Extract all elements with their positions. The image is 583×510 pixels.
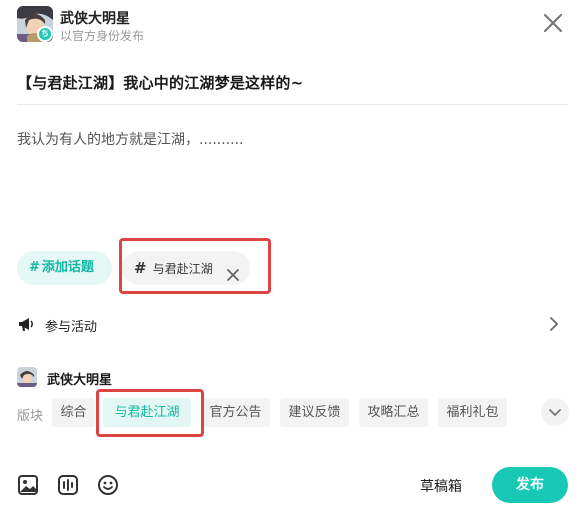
publish-button[interactable]: 发布 <box>492 467 568 503</box>
hash-icon: # <box>29 260 40 275</box>
join-activity-label: 参与活动 <box>45 320 98 335</box>
close-button[interactable] <box>540 10 566 36</box>
author-name: 武侠大明星 <box>60 11 130 27</box>
forum-avatar <box>17 367 37 387</box>
title-divider <box>17 104 568 105</box>
insert-image-button[interactable] <box>17 474 39 496</box>
remove-topic-button[interactable] <box>226 261 240 281</box>
selected-topic-label: 与君赴江湖 <box>152 262 213 276</box>
section-tab-gifts[interactable]: 福利礼包 <box>438 398 507 427</box>
close-icon <box>543 13 563 33</box>
post-header: ち 武侠大明星 以官方身份发布 <box>0 0 583 56</box>
post-title-input[interactable]: 【与君赴江湖】我心中的江湖梦是这样的~ <box>17 72 303 93</box>
megaphone-icon <box>19 318 33 331</box>
add-topic-button[interactable]: # 添加话题 <box>17 251 112 285</box>
expand-sections-button[interactable] <box>541 398 569 426</box>
section-tab-announcements[interactable]: 官方公告 <box>201 398 270 427</box>
chevron-down-icon <box>549 409 561 417</box>
chevron-right-icon <box>550 317 559 331</box>
close-icon <box>227 269 239 281</box>
add-topic-label: 添加话题 <box>41 260 94 275</box>
section-tab-guides[interactable]: 攻略汇总 <box>359 398 428 427</box>
section-label: 版块 <box>17 409 44 424</box>
selected-topic-tag[interactable]: # 与君赴江湖 <box>122 251 250 285</box>
official-badge-icon: ち <box>37 26 53 42</box>
section-tab-yujun[interactable]: 与君赴江湖 <box>103 398 191 427</box>
post-body-input[interactable]: 我认为有人的地方就是江湖，.......... <box>17 129 244 149</box>
author-avatar: ち <box>17 6 53 42</box>
forum-name: 武侠大明星 <box>47 373 113 388</box>
drafts-button[interactable]: 草稿箱 <box>420 476 462 496</box>
video-icon <box>58 475 78 495</box>
section-tab-feedback[interactable]: 建议反馈 <box>280 398 349 427</box>
image-icon <box>18 475 38 495</box>
author-subtitle: 以官方身份发布 <box>60 29 145 43</box>
insert-video-button[interactable] <box>57 474 79 496</box>
hash-icon: # <box>134 259 147 277</box>
section-tab-general[interactable]: 综合 <box>52 398 95 427</box>
emoji-icon <box>98 475 118 495</box>
insert-emoji-button[interactable] <box>97 474 119 496</box>
join-activity-row[interactable]: 参与活动 <box>0 308 583 340</box>
